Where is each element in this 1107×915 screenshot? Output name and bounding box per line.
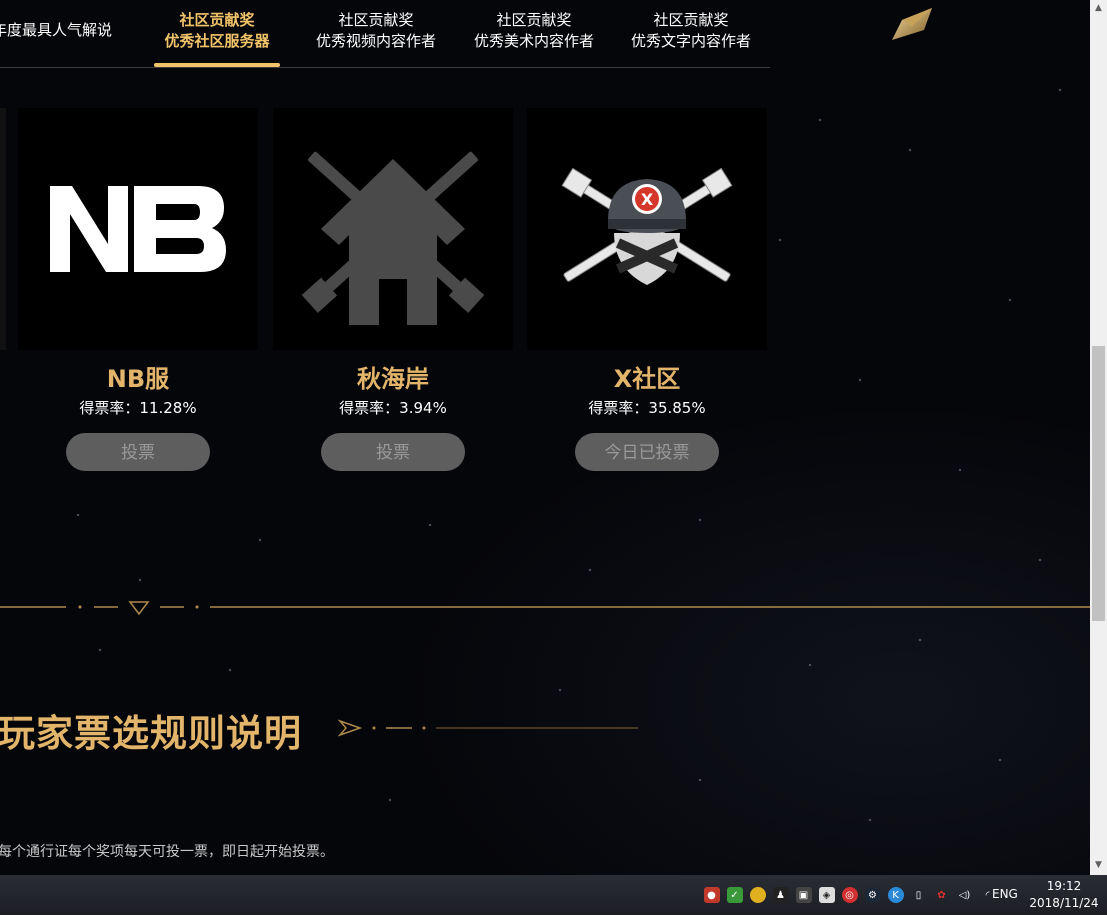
tab-sublabel: 优秀美术内容作者 (473, 32, 594, 50)
game-icon[interactable]: ◈ (818, 887, 835, 903)
vote-button[interactable]: 投票 (321, 433, 465, 471)
vote-button[interactable]: 投票 (66, 433, 210, 471)
section-divider (0, 601, 1090, 616)
candidate-name: 秋海岸 (357, 365, 429, 393)
vote-rate-value: 3.94% (399, 399, 447, 417)
rules-section-title: 玩家票选规则说明 (0, 712, 302, 755)
house-rifles-logo-icon (301, 151, 485, 325)
tab-label: 社区贡献奖 (179, 11, 255, 29)
scroll-up-arrow-icon[interactable]: ▲ (1090, 0, 1107, 17)
tab-sublabel: 优秀文字内容作者 (630, 32, 751, 50)
candidate-card-qiuhaian: 秋海岸 得票率：3.94% 投票 (273, 108, 513, 471)
system-clock[interactable]: 19:12 2018/11/24 (1024, 878, 1104, 912)
tab-sublabel: 优秀社区服务器 (164, 32, 270, 50)
qq-icon[interactable]: ♟ (772, 887, 789, 903)
tab-community-server[interactable]: 社区贡献奖 优秀社区服务器 (154, 10, 280, 52)
gold-emblem-icon (892, 8, 932, 40)
svg-text:X: X (641, 190, 654, 209)
candidate-name: NB服 (106, 365, 170, 393)
title-ornament-icon (338, 719, 638, 737)
tab-label: 年度最具人气解说 (0, 21, 113, 39)
candidate-card-x-community: X X社区 得票率：35.85% 今日已投票 (527, 108, 767, 471)
helmet-skull-logo-icon: X (561, 167, 733, 285)
vote-rate-value: 35.85% (648, 399, 706, 417)
system-tray: ● ✓ ♟ ▣ ◈ ◎ ⚙ K ▯ ✿ ◁) ◜ (700, 875, 999, 915)
tab-popular-commentator[interactable]: 年度最具人气解说 (0, 20, 112, 41)
tab-video-creator[interactable]: 社区贡献奖 优秀视频内容作者 (308, 10, 444, 52)
candidate-name: X社区 (613, 365, 681, 393)
tab-label: 社区贡献奖 (653, 11, 729, 29)
vote-rate-label: 得票率： (339, 399, 400, 417)
candidate-card-nb: NB服 得票率：11.28% 投票 (18, 108, 258, 471)
active-tab-indicator (154, 63, 280, 67)
vertical-scrollbar[interactable]: ▲ ▼ (1090, 0, 1107, 875)
voted-today-button[interactable]: 今日已投票 (575, 433, 719, 471)
netease-icon[interactable]: ✿ (934, 887, 950, 903)
candidate-logo (18, 108, 258, 350)
tab-label: 社区贡献奖 (338, 11, 414, 29)
vote-rate-value: 11.28% (139, 399, 197, 417)
rules-description: 每个通行证每个奖项每天可投一票，即日起开始投票。 (0, 844, 334, 860)
nb-logo-icon (50, 186, 226, 272)
clock-date: 2018/11/24 (1029, 896, 1099, 910)
tab-sublabel: 优秀视频内容作者 (315, 32, 436, 50)
tencent-icon[interactable]: ▣ (795, 887, 812, 903)
tab-label: 社区贡献奖 (496, 11, 572, 29)
vote-rate: 得票率：35.85% (527, 398, 767, 418)
language-indicator[interactable]: ENG (992, 887, 1018, 901)
security-icon[interactable]: ● (703, 887, 720, 903)
kugou-icon[interactable]: K (887, 887, 904, 903)
clock-time: 19:12 (1046, 879, 1082, 893)
vote-rate-label: 得票率： (79, 399, 140, 417)
netease-music-icon[interactable]: ◎ (841, 887, 858, 903)
steam-icon[interactable]: ⚙ (864, 887, 881, 903)
tab-text-creator[interactable]: 社区贡献奖 优秀文字内容作者 (623, 10, 759, 52)
windows-taskbar: ● ✓ ♟ ▣ ◈ ◎ ⚙ K ▯ ✿ ◁) ◜ ENG 19:12 2018/… (0, 875, 1107, 915)
tab-art-creator[interactable]: 社区贡献奖 优秀美术内容作者 (466, 10, 602, 52)
candidate-logo: X (527, 108, 767, 350)
usb-icon[interactable]: ▯ (911, 887, 927, 903)
volume-icon[interactable]: ◁) (957, 887, 973, 903)
scrollbar-thumb[interactable] (1092, 346, 1105, 621)
candidate-logo (273, 108, 513, 350)
shield-icon[interactable]: ✓ (726, 887, 743, 903)
previous-card-edge (0, 108, 6, 350)
vote-rate: 得票率：11.28% (18, 398, 258, 418)
scroll-down-arrow-icon[interactable]: ▼ (1090, 857, 1107, 874)
award-tab-bar: 年度最具人气解说 社区贡献奖 优秀社区服务器 社区贡献奖 优秀视频内容作者 社区… (0, 0, 770, 68)
wechat-icon[interactable] (749, 887, 766, 903)
vote-rate-label: 得票率： (588, 399, 649, 417)
vote-rate: 得票率：3.94% (273, 398, 513, 418)
